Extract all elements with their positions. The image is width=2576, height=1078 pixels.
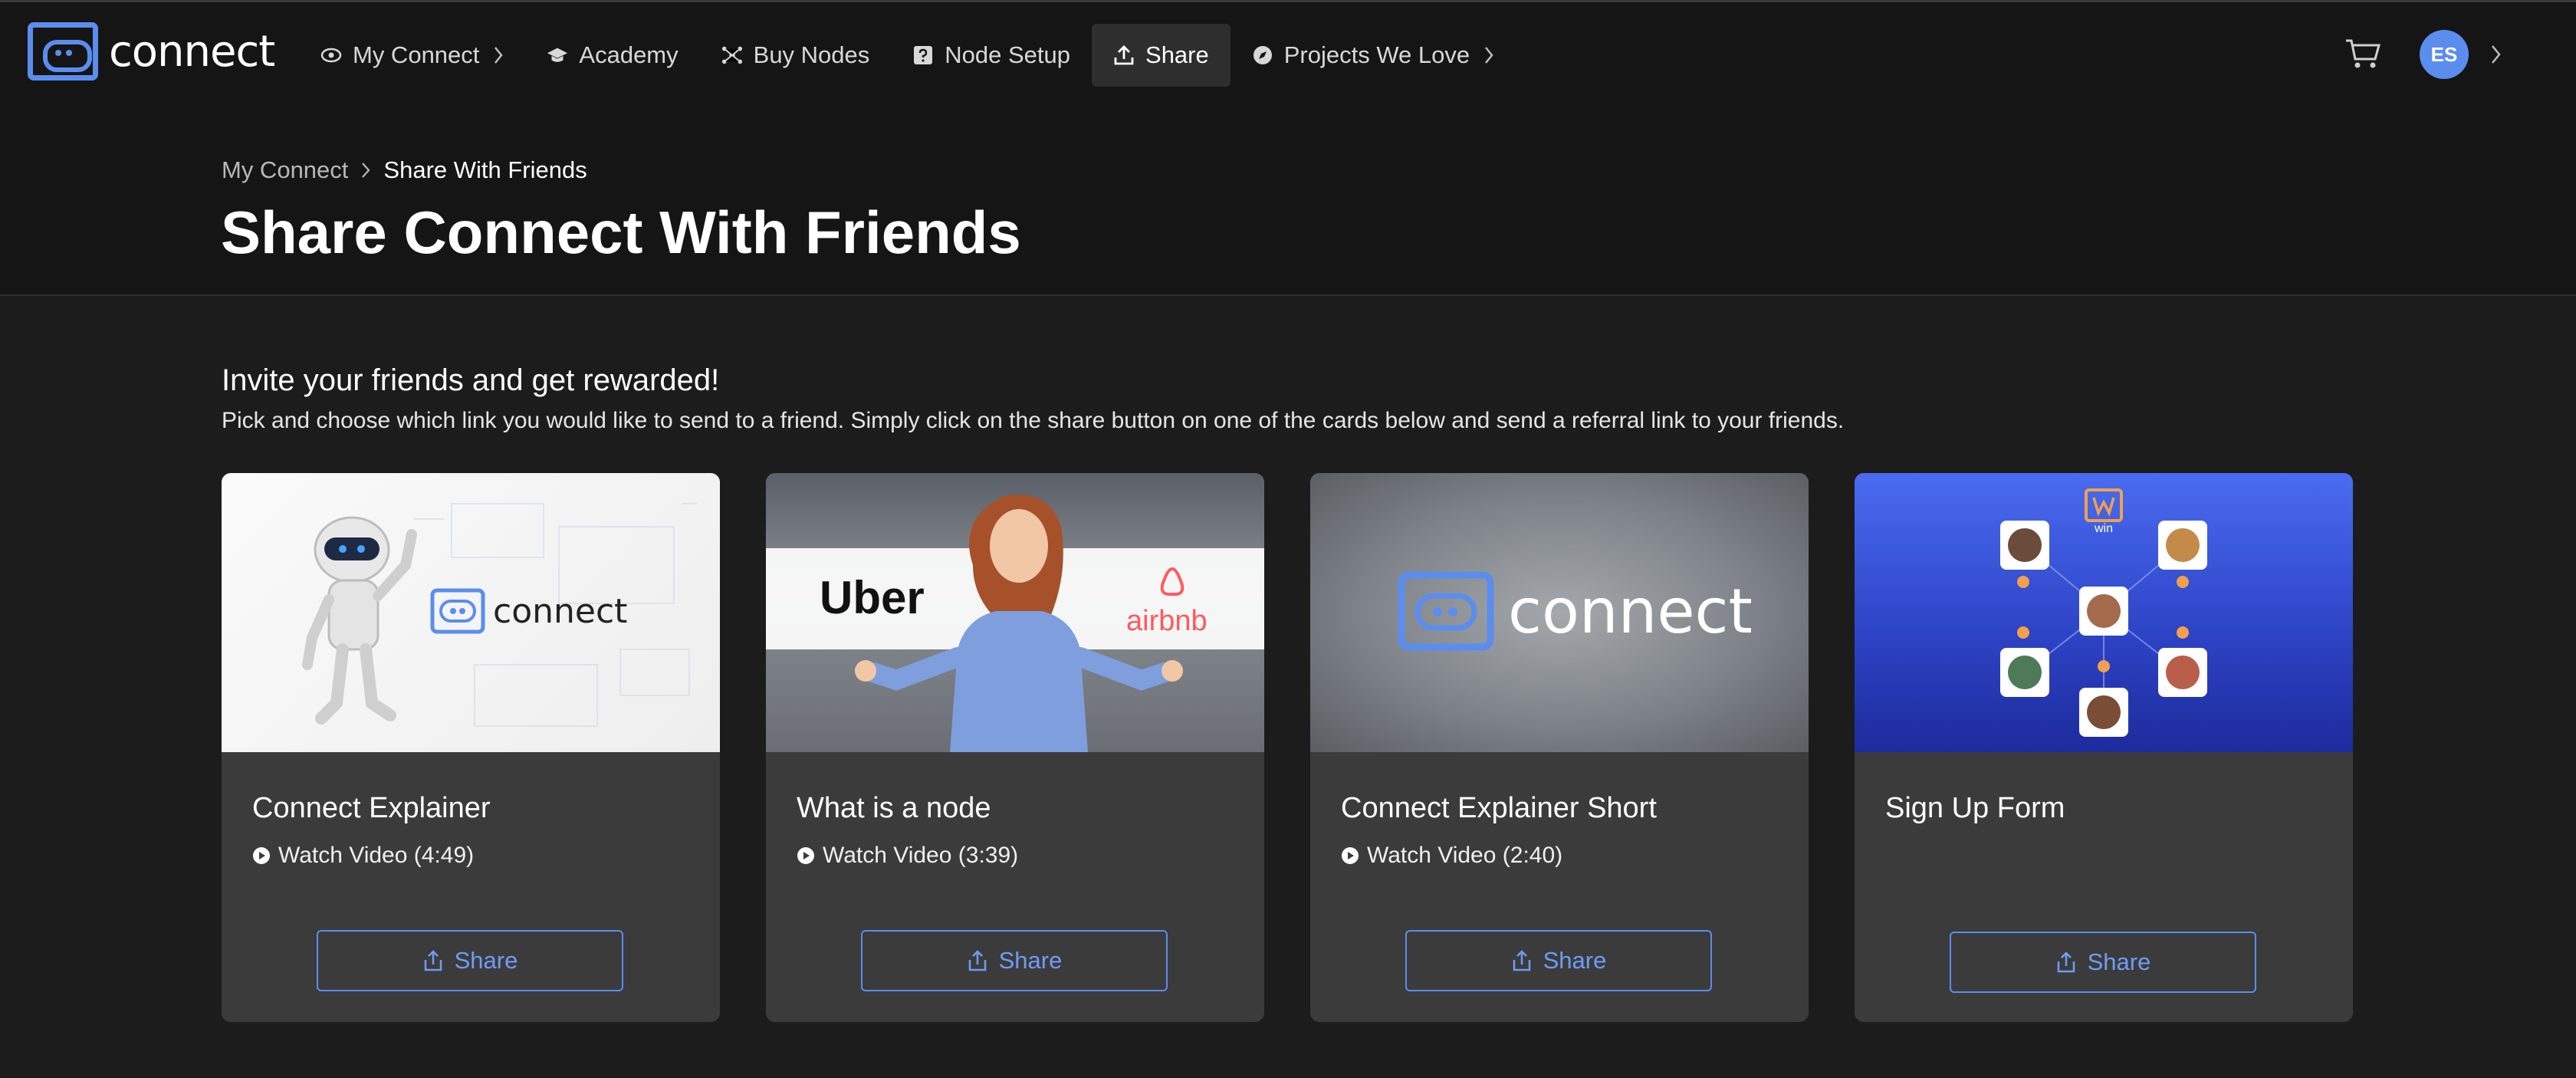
main-nav: My Connect Academy Buy Nodes Node Setup [299,24,1516,87]
uber-logo-text: Uber [820,572,925,623]
watch-video-label: Watch Video (2:40) [1367,843,1563,868]
share-card: connect Connect Explainer Watch Video (4… [222,473,720,1022]
page-header: My Connect Share With Friends Share Conn… [0,106,2576,296]
share-card: Uber airbnb What is a node Watch Video (… [766,473,1264,1022]
top-nav: connect My Connect Academy Buy Nodes Nod… [0,0,2576,106]
share-icon [424,950,442,971]
connect-logo-icon [28,22,98,81]
share-button-label: Share [1543,947,1607,974]
breadcrumb-link-my-connect[interactable]: My Connect [222,156,348,184]
connect-logo[interactable]: connect [28,22,275,81]
avatar[interactable]: ES [2420,30,2469,79]
referral-network-illustration [2000,488,2207,737]
card-thumbnail-network[interactable]: win [1855,473,2353,752]
card-title: Sign Up Form [1885,792,2065,824]
cart-icon[interactable] [2344,38,2381,70]
help-box-icon [912,44,934,66]
breadcrumb: My Connect Share With Friends [222,156,587,184]
connect-logo: connect [1398,571,1753,651]
play-circle-icon [1342,847,1359,864]
eye-icon [320,44,342,66]
card-title: Connect Explainer [252,792,491,824]
logo-text: connect [109,26,275,77]
connect-logo-icon [430,588,485,634]
card-title: What is a node [797,792,991,824]
chevron-right-icon[interactable] [2490,44,2502,65]
win-logo-text: win [2094,522,2113,535]
thumb-logo-text: connect [493,591,628,631]
intro-title: Invite your friends and get rewarded! [222,363,720,397]
watch-video-link[interactable]: Watch Video (2:40) [1341,843,1562,869]
play-circle-icon [797,847,814,864]
share-button[interactable]: Share [861,930,1168,991]
card-thumbnail-robot[interactable]: connect [222,473,720,752]
chevron-right-icon [495,47,504,64]
play-circle-icon [253,847,270,864]
nav-label: Academy [579,41,678,68]
nav-label: Buy Nodes [753,41,870,68]
compass-icon [1252,44,1273,66]
chevron-right-icon [362,163,370,178]
connect-logo: connect [430,588,627,634]
nav-label: Share [1145,41,1209,68]
page-title: Share Connect With Friends [221,199,1021,266]
nav-label: Node Setup [945,41,1071,68]
share-button-label: Share [2087,948,2151,975]
connect-logo-icon [1398,571,1494,651]
nav-label: Projects We Love [1283,41,1470,68]
share-icon [2057,951,2075,973]
nav-item-node-setup[interactable]: Node Setup [891,24,1092,87]
share-button[interactable]: Share [317,930,623,991]
nav-label: My Connect [353,41,480,68]
watch-video-link[interactable]: Watch Video (4:49) [252,843,474,869]
graduation-cap-icon [547,44,568,66]
share-card: connect Connect Explainer Short Watch Vi… [1310,473,1809,1022]
chevron-right-icon [1485,47,1493,64]
watch-video-label: Watch Video (4:49) [278,843,475,868]
share-icon [968,950,986,971]
upload-icon [1113,44,1135,66]
nav-item-my-connect[interactable]: My Connect [299,24,525,87]
share-icon [1513,950,1530,971]
breadcrumb-current: Share With Friends [383,156,587,183]
share-button[interactable]: Share [1950,932,2256,993]
share-cards: connect Connect Explainer Watch Video (4… [222,473,2353,1022]
intro-text: Pick and choose which link you would lik… [222,408,1845,433]
share-button-label: Share [454,947,518,974]
share-card: win Sign Up Form Share [1855,473,2353,1022]
thumb-logo-text: connect [1508,575,1753,647]
share-button[interactable]: Share [1405,930,1712,991]
watch-video-link[interactable]: Watch Video (3:39) [797,843,1018,869]
avatar-initials: ES [2430,42,2458,66]
nav-item-academy[interactable]: Academy [525,24,699,87]
nav-item-projects-we-love[interactable]: Projects We Love [1230,24,1516,87]
watch-video-label: Watch Video (3:39) [823,843,1019,868]
nav-item-share[interactable]: Share [1092,24,1230,87]
card-thumbnail-presenter[interactable]: Uber airbnb [766,473,1264,752]
card-thumbnail-office[interactable]: connect [1310,473,1809,752]
airbnb-logo-text: airbnb [1126,605,1208,637]
network-icon [721,44,743,66]
card-title: Connect Explainer Short [1341,792,1657,824]
nav-item-buy-nodes[interactable]: Buy Nodes [700,24,892,87]
share-button-label: Share [998,947,1063,974]
